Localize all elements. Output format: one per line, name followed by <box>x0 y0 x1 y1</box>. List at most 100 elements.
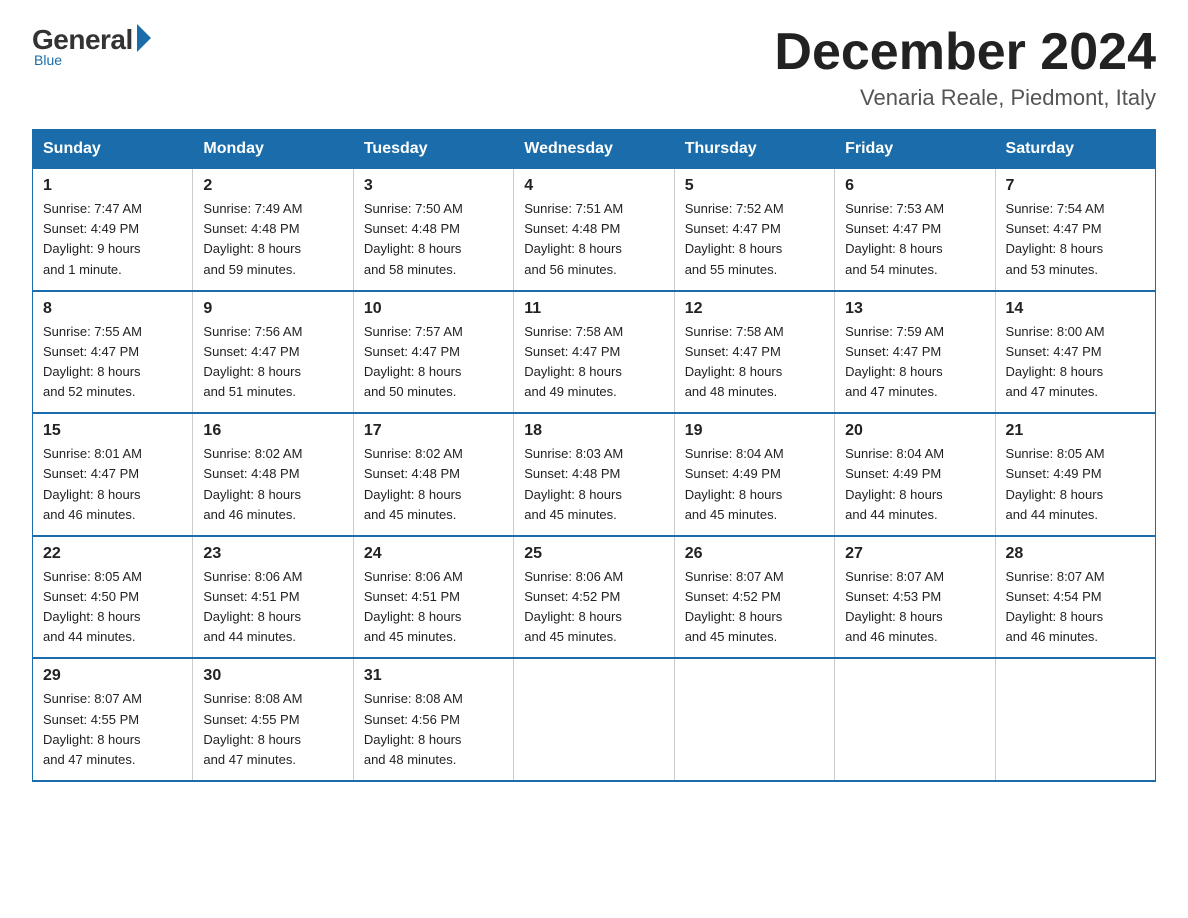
calendar-row: 22 Sunrise: 8:05 AM Sunset: 4:50 PM Dayli… <box>33 536 1156 659</box>
calendar-cell <box>835 658 995 781</box>
day-number: 21 <box>1006 422 1145 440</box>
calendar-cell: 18 Sunrise: 8:03 AM Sunset: 4:48 PM Dayli… <box>514 413 674 536</box>
day-info: Sunrise: 7:49 AM Sunset: 4:48 PM Dayligh… <box>203 199 342 280</box>
calendar-cell: 20 Sunrise: 8:04 AM Sunset: 4:49 PM Dayli… <box>835 413 995 536</box>
day-info: Sunrise: 7:47 AM Sunset: 4:49 PM Dayligh… <box>43 199 182 280</box>
calendar-body: 1 Sunrise: 7:47 AM Sunset: 4:49 PM Daylig… <box>33 169 1156 781</box>
location: Venaria Reale, Piedmont, Italy <box>774 85 1156 111</box>
day-number: 4 <box>524 177 663 195</box>
day-number: 19 <box>685 422 824 440</box>
day-info: Sunrise: 8:02 AM Sunset: 4:48 PM Dayligh… <box>364 444 503 525</box>
day-info: Sunrise: 7:50 AM Sunset: 4:48 PM Dayligh… <box>364 199 503 280</box>
day-info: Sunrise: 7:55 AM Sunset: 4:47 PM Dayligh… <box>43 322 182 403</box>
calendar-cell: 12 Sunrise: 7:58 AM Sunset: 4:47 PM Dayli… <box>674 291 834 414</box>
calendar-cell: 13Sunrise: 7:59 AM Sunset: 4:47 PM Dayli… <box>835 291 995 414</box>
day-number: 24 <box>364 545 503 563</box>
day-number: 1 <box>43 177 182 195</box>
day-number: 27 <box>845 545 984 563</box>
header-thursday: Thursday <box>674 130 834 169</box>
day-info: Sunrise: 7:56 AM Sunset: 4:47 PM Dayligh… <box>203 322 342 403</box>
day-info: Sunrise: 8:02 AM Sunset: 4:48 PM Dayligh… <box>203 444 342 525</box>
calendar-row: 8 Sunrise: 7:55 AM Sunset: 4:47 PM Daylig… <box>33 291 1156 414</box>
calendar-cell: 4 Sunrise: 7:51 AM Sunset: 4:48 PM Daylig… <box>514 169 674 291</box>
day-number: 23 <box>203 545 342 563</box>
calendar-table: SundayMondayTuesdayWednesdayThursdayFrid… <box>32 129 1156 782</box>
day-info: Sunrise: 8:06 AM Sunset: 4:51 PM Dayligh… <box>364 567 503 648</box>
header-wednesday: Wednesday <box>514 130 674 169</box>
calendar-cell: 25 Sunrise: 8:06 AM Sunset: 4:52 PM Dayli… <box>514 536 674 659</box>
header-saturday: Saturday <box>995 130 1155 169</box>
calendar-cell: 15Sunrise: 8:01 AM Sunset: 4:47 PM Dayli… <box>33 413 193 536</box>
day-info: Sunrise: 7:51 AM Sunset: 4:48 PM Dayligh… <box>524 199 663 280</box>
day-info: Sunrise: 8:03 AM Sunset: 4:48 PM Dayligh… <box>524 444 663 525</box>
day-info: Sunrise: 8:06 AM Sunset: 4:52 PM Dayligh… <box>524 567 663 648</box>
day-info: Sunrise: 8:04 AM Sunset: 4:49 PM Dayligh… <box>845 444 984 525</box>
day-number: 13 <box>845 300 984 318</box>
day-number: 6 <box>845 177 984 195</box>
day-number: 20 <box>845 422 984 440</box>
day-number: 28 <box>1006 545 1145 563</box>
day-info: Sunrise: 8:00 AM Sunset: 4:47 PM Dayligh… <box>1006 322 1145 403</box>
day-info: Sunrise: 8:05 AM Sunset: 4:49 PM Dayligh… <box>1006 444 1145 525</box>
calendar-cell: 23Sunrise: 8:06 AM Sunset: 4:51 PM Dayli… <box>193 536 353 659</box>
calendar-cell: 16Sunrise: 8:02 AM Sunset: 4:48 PM Dayli… <box>193 413 353 536</box>
calendar-cell: 8 Sunrise: 7:55 AM Sunset: 4:47 PM Daylig… <box>33 291 193 414</box>
day-info: Sunrise: 8:07 AM Sunset: 4:52 PM Dayligh… <box>685 567 824 648</box>
day-number: 8 <box>43 300 182 318</box>
calendar-cell: 24 Sunrise: 8:06 AM Sunset: 4:51 PM Dayli… <box>353 536 513 659</box>
calendar-cell: 7Sunrise: 7:54 AM Sunset: 4:47 PM Daylig… <box>995 169 1155 291</box>
day-number: 10 <box>364 300 503 318</box>
day-number: 2 <box>203 177 342 195</box>
day-number: 17 <box>364 422 503 440</box>
day-number: 30 <box>203 667 342 685</box>
header-row: SundayMondayTuesdayWednesdayThursdayFrid… <box>33 130 1156 169</box>
calendar-cell: 26Sunrise: 8:07 AM Sunset: 4:52 PM Dayli… <box>674 536 834 659</box>
calendar-cell: 10Sunrise: 7:57 AM Sunset: 4:47 PM Dayli… <box>353 291 513 414</box>
calendar-cell: 5Sunrise: 7:52 AM Sunset: 4:47 PM Daylig… <box>674 169 834 291</box>
calendar-row: 29Sunrise: 8:07 AM Sunset: 4:55 PM Dayli… <box>33 658 1156 781</box>
day-info: Sunrise: 7:58 AM Sunset: 4:47 PM Dayligh… <box>524 322 663 403</box>
logo-subtitle: Blue <box>34 52 62 68</box>
calendar-cell: 1 Sunrise: 7:47 AM Sunset: 4:49 PM Daylig… <box>33 169 193 291</box>
calendar-header: SundayMondayTuesdayWednesdayThursdayFrid… <box>33 130 1156 169</box>
day-number: 25 <box>524 545 663 563</box>
header-monday: Monday <box>193 130 353 169</box>
day-info: Sunrise: 7:58 AM Sunset: 4:47 PM Dayligh… <box>685 322 824 403</box>
calendar-cell: 2 Sunrise: 7:49 AM Sunset: 4:48 PM Daylig… <box>193 169 353 291</box>
title-block: December 2024 Venaria Reale, Piedmont, I… <box>774 24 1156 111</box>
day-number: 29 <box>43 667 182 685</box>
day-info: Sunrise: 8:01 AM Sunset: 4:47 PM Dayligh… <box>43 444 182 525</box>
calendar-cell <box>514 658 674 781</box>
day-number: 11 <box>524 300 663 318</box>
day-info: Sunrise: 8:05 AM Sunset: 4:50 PM Dayligh… <box>43 567 182 648</box>
calendar-cell: 17 Sunrise: 8:02 AM Sunset: 4:48 PM Dayli… <box>353 413 513 536</box>
calendar-cell: 14 Sunrise: 8:00 AM Sunset: 4:47 PM Dayli… <box>995 291 1155 414</box>
calendar-cell: 28 Sunrise: 8:07 AM Sunset: 4:54 PM Dayli… <box>995 536 1155 659</box>
calendar-cell: 31Sunrise: 8:08 AM Sunset: 4:56 PM Dayli… <box>353 658 513 781</box>
day-number: 31 <box>364 667 503 685</box>
day-number: 9 <box>203 300 342 318</box>
calendar-cell: 27 Sunrise: 8:07 AM Sunset: 4:53 PM Dayli… <box>835 536 995 659</box>
day-info: Sunrise: 8:04 AM Sunset: 4:49 PM Dayligh… <box>685 444 824 525</box>
calendar-cell: 30Sunrise: 8:08 AM Sunset: 4:55 PM Dayli… <box>193 658 353 781</box>
day-number: 12 <box>685 300 824 318</box>
day-info: Sunrise: 8:07 AM Sunset: 4:53 PM Dayligh… <box>845 567 984 648</box>
day-number: 18 <box>524 422 663 440</box>
calendar-cell: 29Sunrise: 8:07 AM Sunset: 4:55 PM Dayli… <box>33 658 193 781</box>
calendar-cell <box>995 658 1155 781</box>
day-number: 7 <box>1006 177 1145 195</box>
calendar-row: 1 Sunrise: 7:47 AM Sunset: 4:49 PM Daylig… <box>33 169 1156 291</box>
calendar-cell: 3 Sunrise: 7:50 AM Sunset: 4:48 PM Daylig… <box>353 169 513 291</box>
header-sunday: Sunday <box>33 130 193 169</box>
calendar-cell: 11 Sunrise: 7:58 AM Sunset: 4:47 PM Dayli… <box>514 291 674 414</box>
calendar-cell: 19 Sunrise: 8:04 AM Sunset: 4:49 PM Dayli… <box>674 413 834 536</box>
logo: General Blue <box>32 24 151 68</box>
page-header: General Blue December 2024 Venaria Reale… <box>32 24 1156 111</box>
calendar-cell <box>674 658 834 781</box>
day-number: 22 <box>43 545 182 563</box>
calendar-cell: 9 Sunrise: 7:56 AM Sunset: 4:47 PM Daylig… <box>193 291 353 414</box>
day-info: Sunrise: 8:07 AM Sunset: 4:54 PM Dayligh… <box>1006 567 1145 648</box>
logo-triangle-icon <box>137 24 151 52</box>
day-number: 3 <box>364 177 503 195</box>
day-number: 14 <box>1006 300 1145 318</box>
